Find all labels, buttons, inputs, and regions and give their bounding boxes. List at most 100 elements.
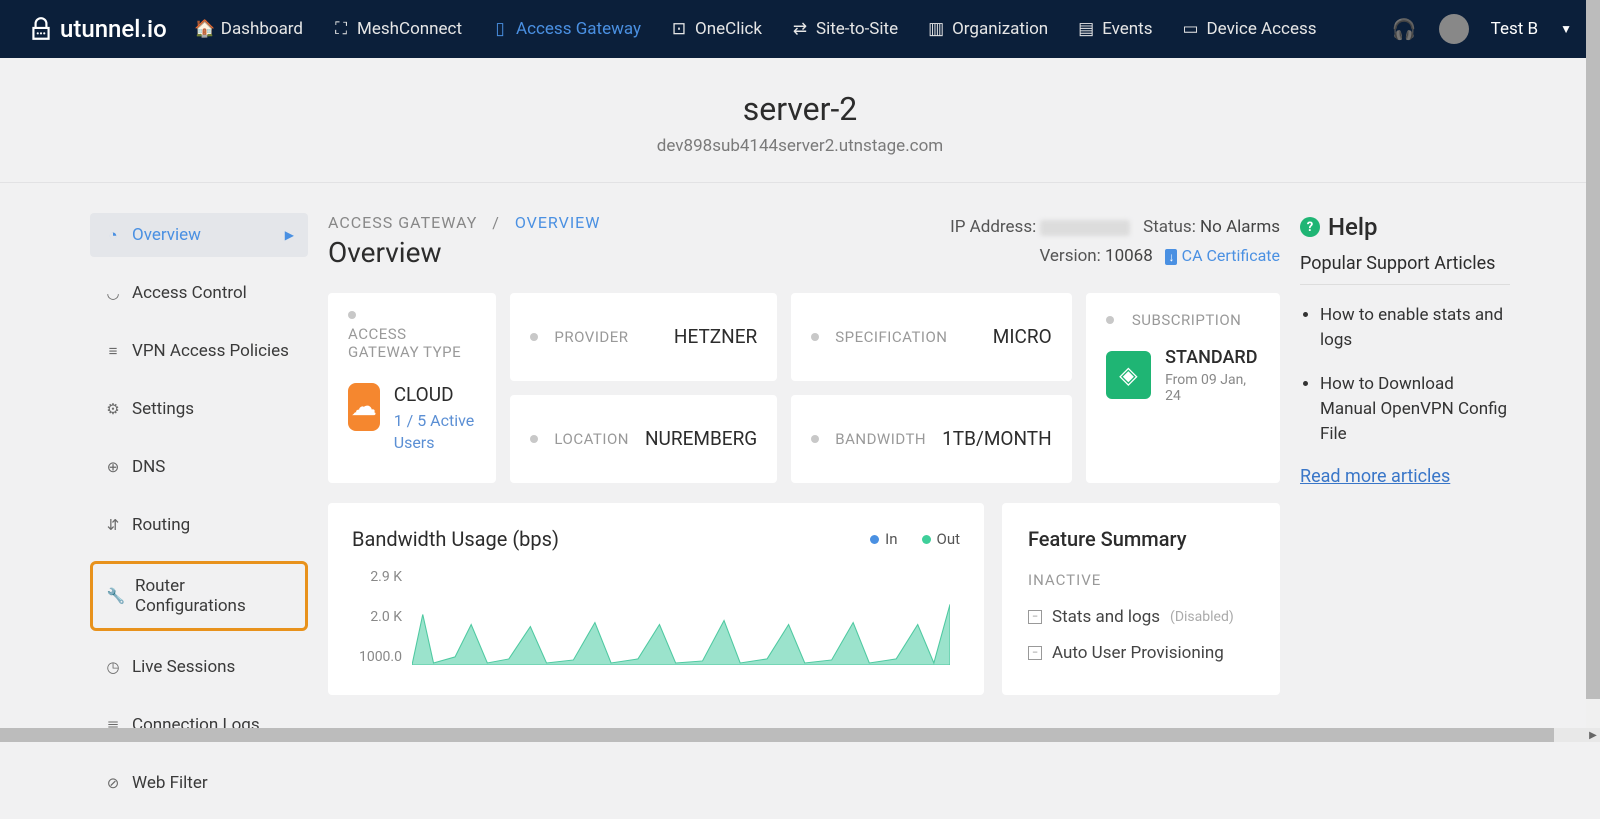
nav-label: Dashboard <box>221 19 303 39</box>
lock-icon <box>28 16 54 42</box>
mesh-icon: ⛶ <box>333 21 349 37</box>
card-label: PROVIDER <box>554 328 628 346</box>
chevron-down-icon[interactable]: ▼ <box>1560 22 1572 36</box>
sidebar-item-router-configurations[interactable]: 🔧 Router Configurations <box>90 561 308 631</box>
avatar[interactable] <box>1439 14 1469 44</box>
help-article-link[interactable]: How to Download Manual OpenVPN Config Fi… <box>1320 372 1510 446</box>
sidebar-item-access-control[interactable]: ◡ Access Control <box>90 271 308 315</box>
nav-label: Organization <box>952 19 1048 39</box>
sidebar-item-overview[interactable]: ◔ Overview ▶ <box>90 213 308 257</box>
scrollbar-horizontal[interactable]: ▶ <box>0 728 1586 742</box>
legend-dot-in <box>870 535 879 544</box>
sidebar-item-label: Access Control <box>132 283 247 303</box>
route-icon: ⇵ <box>104 516 122 534</box>
y-tick: 1000.0 <box>352 649 402 665</box>
nav-events[interactable]: ▤ Events <box>1078 1 1152 57</box>
help-title-text: Help <box>1328 213 1378 241</box>
card-label: LOCATION <box>554 430 629 448</box>
support-icon[interactable]: 🎧 <box>1392 17 1417 41</box>
scrollbar-thumb[interactable] <box>1586 0 1600 699</box>
bandwidth-value: 1TB/MONTH <box>942 427 1052 450</box>
help-articles: How to enable stats and logs How to Down… <box>1300 303 1510 446</box>
card-location: LOCATION NUREMBERG <box>510 395 777 483</box>
nav-organization[interactable]: ▥ Organization <box>928 1 1048 57</box>
feature-summary-card: Feature Summary INACTIVE − Stats and log… <box>1002 503 1280 695</box>
sidebar-item-label: Routing <box>132 515 190 535</box>
divider <box>1300 284 1510 285</box>
chart-title: Bandwidth Usage (bps) <box>352 527 559 551</box>
version-label: Version: <box>1039 246 1100 266</box>
sidebar-item-live-sessions[interactable]: ◷Live Sessions <box>90 645 308 689</box>
user-icon: ◡ <box>104 284 122 302</box>
brand-logo[interactable]: utunnel.io <box>28 15 167 43</box>
sidebar-item-dns[interactable]: ⊕DNS <box>90 445 308 489</box>
scrollbar-vertical[interactable] <box>1586 0 1600 728</box>
read-more-link[interactable]: Read more articles <box>1300 466 1510 487</box>
nav-device-access[interactable]: ▭Device Access <box>1183 1 1317 57</box>
dot-icon <box>811 333 819 341</box>
content: ◔ Overview ▶ ◡ Access Control ≡VPN Access P… <box>0 183 1600 819</box>
topbar-right: 🎧 Test B ▼ <box>1392 14 1572 44</box>
topbar: utunnel.io 🏠 Dashboard ⛶ MeshConnect ▯Acce… <box>0 0 1600 58</box>
y-tick: 2.0 K <box>352 609 402 625</box>
sidebar-item-label: Router Configurations <box>135 576 291 616</box>
breadcrumb-sep: / <box>492 213 500 232</box>
nav-oneclick[interactable]: ⊡ OneClick <box>671 1 762 57</box>
building-icon: ▥ <box>928 21 944 37</box>
sidebar-item-label: Overview <box>132 225 201 245</box>
diamond-icon: ◈ <box>1106 351 1151 399</box>
nav-label: Device Access <box>1207 19 1317 39</box>
click-icon: ⊡ <box>671 21 687 37</box>
breadcrumb-root[interactable]: ACCESS GATEWAY <box>328 213 477 232</box>
download-icon[interactable]: ↓ <box>1165 249 1177 265</box>
nav-label: Site-to-Site <box>816 19 898 39</box>
card-label: SPECIFICATION <box>835 328 947 346</box>
dot-icon <box>811 435 819 443</box>
nav-label: MeshConnect <box>357 19 462 39</box>
card-provider: PROVIDER HETZNER <box>510 293 777 381</box>
legend-label: Out <box>937 530 961 548</box>
main-header: ACCESS GATEWAY / OVERVIEW Overview IP Ad… <box>328 213 1280 271</box>
nav-access-gateway[interactable]: ▯Access Gateway <box>492 1 641 57</box>
clock-icon: ◷ <box>104 658 122 676</box>
provider-value: HETZNER <box>674 325 757 348</box>
subscription-value: STANDARD <box>1165 347 1260 368</box>
location-value: NUREMBERG <box>645 427 757 450</box>
sidebar-item-web-filter[interactable]: ⊘Web Filter <box>90 761 308 805</box>
chart-legend: In Out <box>870 530 960 548</box>
feature-item-auto-provision[interactable]: − Auto User Provisioning <box>1028 635 1254 671</box>
scroll-right-icon[interactable]: ▶ <box>1586 728 1600 742</box>
nav-meshconnect[interactable]: ⛶ MeshConnect <box>333 1 462 57</box>
filter-icon: ⊘ <box>104 774 122 792</box>
nav-label: OneClick <box>695 19 762 39</box>
list-icon: ▤ <box>1078 21 1094 37</box>
ca-certificate-link[interactable]: CA Certificate <box>1182 246 1280 265</box>
nav-dashboard[interactable]: 🏠 Dashboard <box>197 1 303 57</box>
help-subtitle: Popular Support Articles <box>1300 253 1510 274</box>
status-block: IP Address: Status: No Alarms Version: 1… <box>950 213 1280 271</box>
feature-item-stats[interactable]: − Stats and logs (Disabled) <box>1028 599 1254 635</box>
card-label: BANDWIDTH <box>835 430 926 448</box>
scrollbar-thumb[interactable] <box>0 728 1554 742</box>
chevron-right-icon: ▶ <box>285 228 294 242</box>
sidebar-item-routing[interactable]: ⇵ Routing <box>90 503 308 547</box>
card-gateway-type: ACCESS GATEWAY TYPE ☁ CLOUD 1 / 5 Active… <box>328 293 496 483</box>
page-title: Overview <box>328 236 600 269</box>
sidebar-item-vpn-policies[interactable]: ≡VPN Access Policies <box>90 329 308 373</box>
bandwidth-chart-card: Bandwidth Usage (bps) In Out 2.9 K 2.0 K… <box>328 503 984 695</box>
home-icon: 🏠 <box>197 21 213 37</box>
question-icon: ? <box>1300 217 1320 237</box>
help-article-link[interactable]: How to enable stats and logs <box>1320 303 1510 352</box>
dot-icon <box>530 333 538 341</box>
type-sub: 1 / 5 Active Users <box>394 410 477 455</box>
status-value: No Alarms <box>1200 217 1280 237</box>
sidebar-item-settings[interactable]: ⚙Settings <box>90 387 308 431</box>
nav-label: Events <box>1102 19 1152 39</box>
wrench-icon: 🔧 <box>107 587 125 605</box>
y-axis: 2.9 K 2.0 K 1000.0 <box>352 569 402 665</box>
nav-site-to-site[interactable]: ⇄ Site-to-Site <box>792 1 898 57</box>
feature-item-label: Auto User Provisioning <box>1052 643 1224 663</box>
pie-icon: ◔ <box>104 226 122 244</box>
link-icon: ⇄ <box>792 21 808 37</box>
ip-label: IP Address: <box>950 217 1036 237</box>
